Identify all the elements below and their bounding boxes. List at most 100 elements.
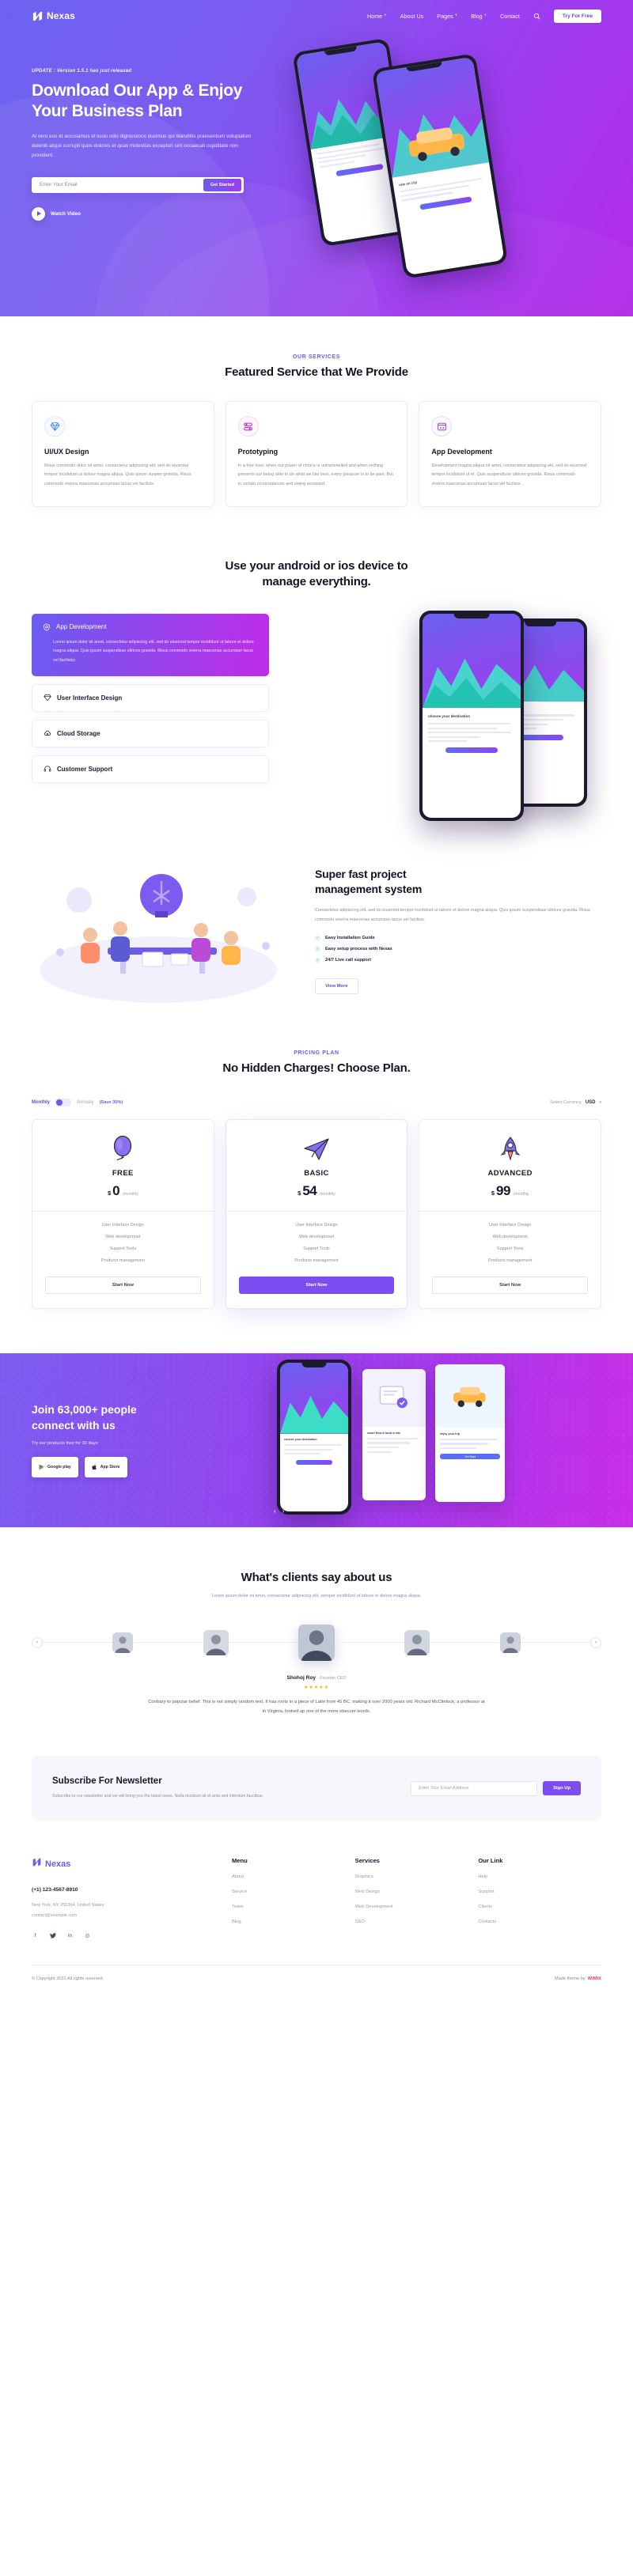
facebook-icon[interactable]: f [32,1932,39,1939]
devices-phone-front: choose your destination [419,611,524,822]
google-play-button[interactable]: Google play [32,1457,78,1478]
sign-up-button[interactable]: Sign Up [543,1781,581,1796]
hero-phone-front: ride on city [371,53,509,279]
service-card[interactable]: App Development Development magna aliqua… [419,401,602,507]
check-circle-icon: ✓ [315,957,320,963]
hero-phones-art: ride on city [292,37,601,283]
newsletter-email-input[interactable] [411,1780,538,1796]
footer-link[interactable]: Web Design [355,1889,479,1894]
tab-label: Cloud Storage [57,729,100,737]
arrow-right-icon[interactable]: › [282,1507,285,1515]
testimonial-name: Shohoj Roy - Founder CEO [32,1675,601,1681]
pricing-card-basic: BASIC $ 54 /monthly User Interface Desig… [225,1118,408,1309]
tab-app-development[interactable]: App Development Lorem ipsum dolor sit am… [32,614,269,676]
nav-item-about-us[interactable]: About Us [400,13,424,20]
avatar-active[interactable] [298,1624,335,1661]
instagram-icon[interactable]: ◎ [84,1932,91,1939]
footer-link[interactable]: Support [478,1889,601,1894]
view-more-button[interactable]: View More [315,978,358,994]
footer-brand-column: Nexas (+1) 123-4567-8910 New York, NY 25… [32,1857,232,1939]
plan-start-button[interactable]: Start Now [45,1276,201,1294]
search-icon[interactable] [533,13,540,20]
store-label: App Store [100,1465,120,1470]
avatar[interactable] [404,1629,430,1655]
footer-link[interactable]: Help [478,1874,601,1879]
tab-customer-support[interactable]: Customer Support [32,755,269,783]
currency-selector[interactable]: Select Currency USD ▾ [550,1100,601,1105]
footer-email[interactable]: contact@example.com [32,1912,232,1920]
plan-price: $ 54 /monthly [239,1183,395,1199]
newsletter-subtitle: Subscribe to our newsletter and we will … [52,1794,264,1799]
made-by-brand[interactable]: WIMIX [588,1976,601,1981]
chevron-down-icon: ▾ [599,1100,601,1106]
brand-logo[interactable]: Nexas [32,10,75,22]
footer-link[interactable]: Team [232,1905,355,1909]
footer-link[interactable]: Graphics [355,1874,479,1879]
billing-annualy-label[interactable]: Annualy [77,1100,94,1105]
project-copy: Super fast project management system Con… [312,867,601,994]
footer-link[interactable]: Blog [232,1920,355,1924]
copyright-text: © Copyright 2021 All rights reserved. [32,1976,104,1981]
tab-user-interface-design[interactable]: User Interface Design [32,683,269,712]
arrow-left-icon[interactable]: ‹ [274,1507,276,1515]
project-feature-label: Easy Installation Guide [325,936,375,941]
footer-column-title: Our Link [478,1857,503,1865]
project-title-line1: Super fast project [315,867,407,880]
avatar[interactable] [499,1632,521,1653]
nav-item-blog[interactable]: Blog + [471,13,487,20]
plan-start-button[interactable]: Start Now [238,1276,395,1294]
footer-link[interactable]: Contacts [478,1920,601,1924]
footer-link[interactable]: Clients [478,1905,601,1909]
tab-body: Lorem ipsum dolor sit amet, consectetur … [53,640,254,663]
nav-item-contact[interactable]: Contact [500,13,520,20]
tab-label: User Interface Design [57,694,123,702]
service-card[interactable]: Prototyping In a free hour, when our pow… [225,401,408,507]
plan-feature: Products management [488,1258,533,1263]
join-title-line1: Join 63,000+ people [32,1403,137,1417]
footer-link[interactable]: Service [232,1889,355,1894]
chevron-right-icon[interactable]: › [589,1636,601,1648]
plan-feature: User Interface Design [489,1222,532,1227]
footer-link[interactable]: SEO [355,1920,479,1924]
footer-columns: Nexas (+1) 123-4567-8910 New York, NY 25… [32,1857,601,1964]
pricing-heading: No Hidden Charges! Choose Plan. [222,1061,411,1076]
twitter-icon[interactable] [49,1932,56,1939]
plan-amount: 99 [496,1182,510,1198]
billing-monthly-label[interactable]: Monthly [32,1100,50,1105]
tab-cloud-storage[interactable]: Cloud Storage [32,719,269,747]
plan-feature: User Interface Design [101,1222,144,1227]
nav-item-home[interactable]: Home + [367,13,387,20]
chevron-down-icon: + [454,13,458,18]
app-store-button[interactable]: App Store [84,1457,127,1478]
footer-column-menu: Menu About Service Team Blog [232,1857,355,1939]
hero-body: UPDATE : Version 1.5.1 has just released… [0,32,633,283]
nav-item-pages[interactable]: Pages + [437,13,457,20]
footer-link[interactable]: About [232,1874,355,1879]
newsletter-copy: Subscribe For Newsletter Subscribe to ou… [52,1776,313,1800]
devices-heading: Use your android or ios device to manage… [32,558,601,591]
chevron-down-icon: + [384,13,387,18]
avatar[interactable] [112,1632,134,1653]
watch-video-link[interactable]: Watch Video [32,206,293,221]
linkedin-icon[interactable]: in [66,1932,74,1939]
hero-section: Nexas Home + About Us Pages + Blog + Con… [0,0,633,316]
diamond-icon [43,694,51,702]
get-started-button[interactable]: Get Started [203,178,241,191]
currency-label: Select Currency [550,1100,582,1106]
tab-label: Customer Support [57,765,113,773]
try-for-free-button[interactable]: Try For Free [553,9,601,23]
footer-link[interactable]: Web Development [355,1905,479,1909]
chevron-left-icon[interactable]: ‹ [32,1636,44,1648]
avatar[interactable] [203,1629,229,1655]
currency-value: USD [585,1100,596,1106]
email-input[interactable] [32,182,203,188]
plan-currency-symbol: $ [491,1189,495,1197]
billing-toggle-switch[interactable] [55,1099,71,1106]
footer-logo[interactable]: Nexas [32,1857,232,1871]
plan-start-button[interactable]: Start Now [432,1276,589,1294]
service-title: UI/UX Design [44,448,89,456]
pricing-cards: FREE $ 0 /monthly User Interface Design … [32,1118,602,1309]
service-card[interactable]: UI/UX Design Risus commodo dolor sit ame… [32,401,214,507]
join-card-cta[interactable]: Get Start [440,1454,500,1460]
nav-label: Blog [471,12,483,20]
